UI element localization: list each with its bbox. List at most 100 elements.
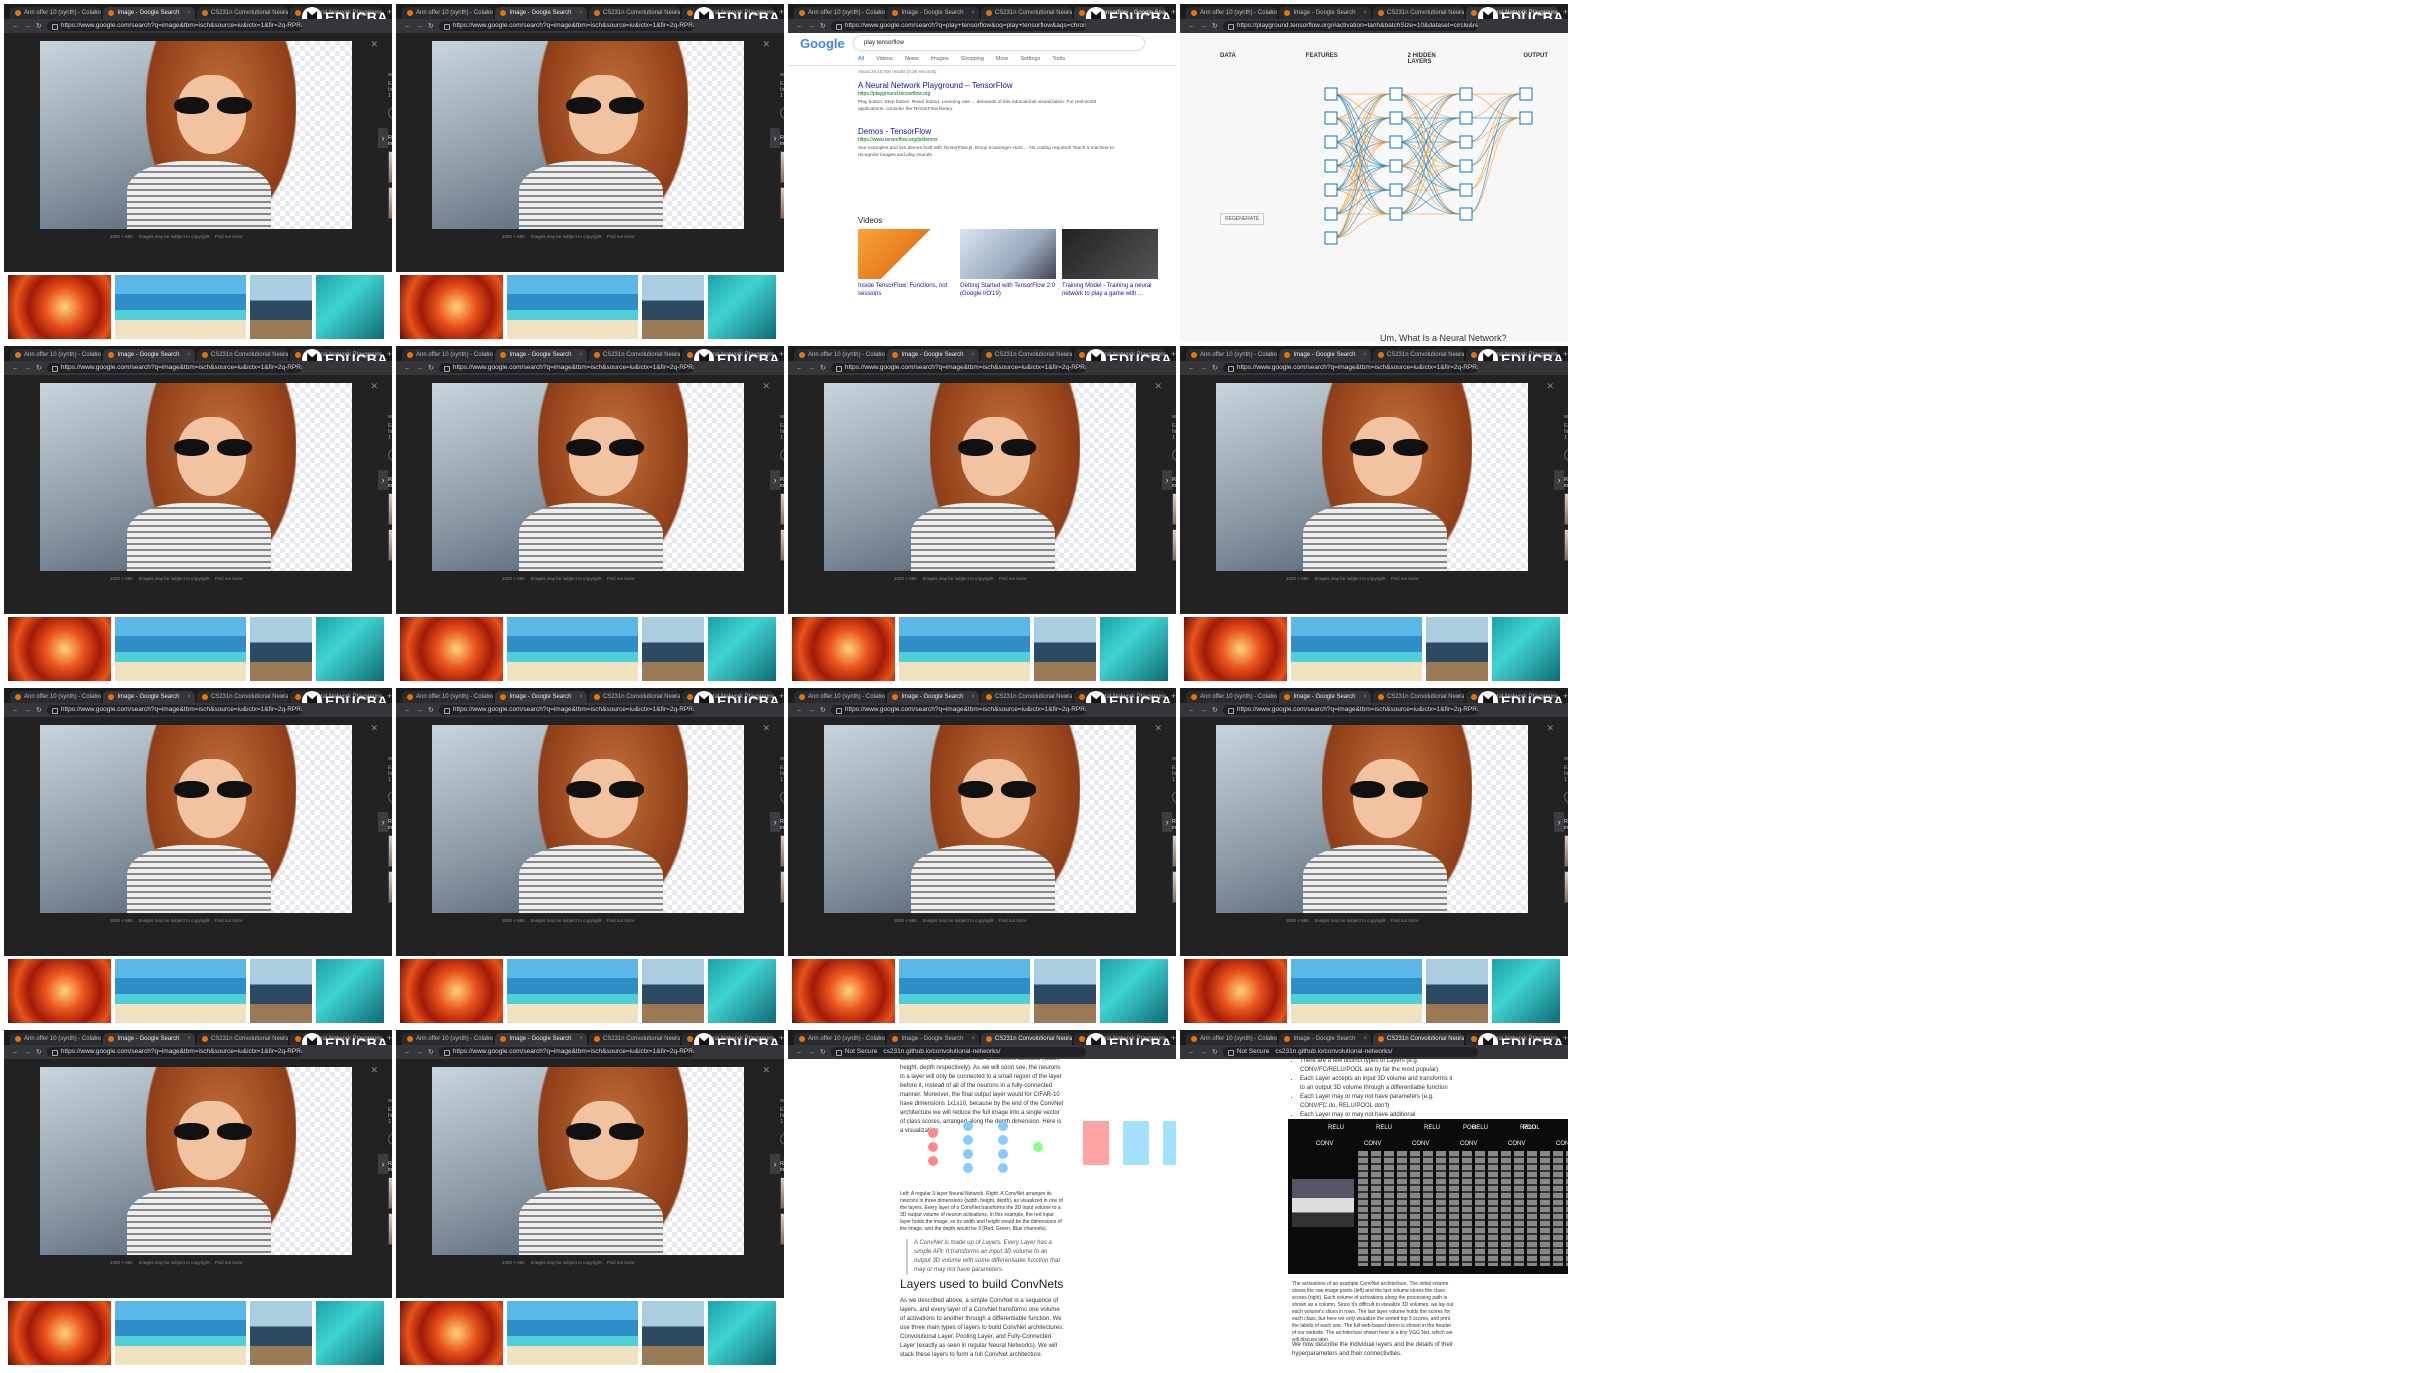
video-thumbnail[interactable] (960, 229, 1056, 279)
back-icon[interactable]: ← (12, 365, 19, 372)
result-thumbnail[interactable] (1492, 959, 1560, 1023)
tab-close-icon[interactable]: × (1065, 349, 1069, 361)
related-thumbnail[interactable] (388, 835, 392, 867)
tab-close-icon[interactable]: × (1363, 349, 1367, 361)
browser-tab[interactable]: CS231n Convolutional Neural Net...× (589, 691, 680, 703)
browser-tab[interactable]: Image - Google Search × (103, 7, 194, 19)
next-image-arrow[interactable]: › (378, 128, 388, 148)
result-thumbnail[interactable] (250, 959, 312, 1023)
result-thumbnail[interactable] (1034, 617, 1096, 681)
browser-tab[interactable]: Ann offer 10 (synth) - Colaboratory× (1186, 7, 1277, 19)
result-thumbnail[interactable] (708, 959, 776, 1023)
url-field[interactable]: https://www.google.com/search?q=image&tb… (47, 705, 302, 715)
video-card[interactable]: Training Model - Training a neural netwo… (1062, 229, 1158, 298)
url-field[interactable]: https://www.google.com/search?q=image&tb… (1223, 705, 1478, 715)
tab-close-icon[interactable]: × (281, 349, 285, 361)
action-button[interactable]: Visit (1172, 449, 1176, 461)
tab-close-icon[interactable]: × (878, 1033, 882, 1045)
result-thumbnail[interactable] (507, 617, 638, 681)
back-icon[interactable]: ← (1188, 365, 1195, 372)
tab-close-icon[interactable]: × (971, 691, 975, 703)
reload-icon[interactable]: ↻ (820, 1048, 826, 1056)
result-thumbnail[interactable] (507, 275, 638, 339)
browser-tab[interactable]: Image - Google Search × (887, 7, 978, 19)
forward-icon[interactable]: → (808, 707, 815, 714)
back-icon[interactable]: ← (796, 365, 803, 372)
result-thumbnail[interactable] (1184, 617, 1287, 681)
weight-link[interactable] (1468, 118, 1520, 190)
result-thumbnail[interactable] (507, 1301, 638, 1365)
next-image-arrow[interactable]: › (378, 1154, 388, 1174)
result-thumbnail[interactable] (250, 275, 312, 339)
result-thumbnail[interactable] (1426, 959, 1488, 1023)
neuron-node[interactable] (1390, 112, 1402, 124)
forward-icon[interactable]: → (24, 23, 31, 30)
forward-icon[interactable]: → (416, 365, 423, 372)
tab-close-icon[interactable]: × (94, 7, 98, 19)
reload-icon[interactable]: ↻ (36, 22, 42, 30)
preview-image[interactable] (824, 383, 1136, 571)
tab-close-icon[interactable]: × (1457, 1033, 1461, 1045)
browser-tab[interactable]: Image - Google Search × (1279, 1033, 1370, 1045)
browser-tab[interactable]: Image - Google Search × (887, 349, 978, 361)
reload-icon[interactable]: ↻ (36, 706, 42, 714)
related-thumbnail[interactable] (1564, 835, 1568, 867)
result-thumbnail[interactable] (8, 617, 111, 681)
neuron-node[interactable] (1325, 208, 1337, 220)
tab-close-icon[interactable]: × (187, 349, 191, 361)
result-thumbnail[interactable] (708, 275, 776, 339)
result-thumbnail[interactable] (400, 617, 503, 681)
next-image-arrow[interactable]: › (378, 470, 388, 490)
result-thumbnail[interactable] (316, 275, 384, 339)
browser-tab[interactable]: Ann offer 10 (synth) - Colaboratory× (10, 7, 101, 19)
neuron-node[interactable] (1460, 208, 1472, 220)
tab-close-icon[interactable]: × (971, 7, 975, 19)
result-thumbnail[interactable] (792, 959, 895, 1023)
result-thumbnail[interactable] (8, 1301, 111, 1365)
browser-tab[interactable]: CS231n Convolutional Neural Net...× (197, 7, 288, 19)
weight-link[interactable] (1398, 94, 1460, 214)
browser-tab[interactable]: CS231n Convolutional Neural Net...× (981, 349, 1072, 361)
reload-icon[interactable]: ↻ (428, 22, 434, 30)
neuron-node[interactable] (1390, 160, 1402, 172)
reload-icon[interactable]: ↻ (1212, 22, 1218, 30)
result-thumbnail[interactable] (1426, 617, 1488, 681)
related-thumbnail[interactable] (780, 1177, 784, 1209)
tab-close-icon[interactable]: × (579, 7, 583, 19)
browser-tab[interactable]: CS231n Convolutional Neural Net...× (589, 349, 680, 361)
forward-icon[interactable]: → (808, 1049, 815, 1056)
related-thumbnail[interactable] (780, 493, 784, 525)
tab-close-icon[interactable]: × (673, 7, 677, 19)
url-field[interactable]: Not Secure cs231n.github.io/convolutional… (831, 1047, 1086, 1057)
forward-icon[interactable]: → (24, 707, 31, 714)
back-icon[interactable]: ← (1188, 23, 1195, 30)
weight-link[interactable] (1398, 118, 1460, 190)
result-thumbnail[interactable] (316, 959, 384, 1023)
tab-close-icon[interactable]: × (673, 1033, 677, 1045)
related-thumbnail[interactable] (1564, 493, 1568, 525)
related-thumbnail[interactable] (1172, 871, 1176, 903)
browser-tab[interactable]: Image - Google Search × (495, 1033, 586, 1045)
neuron-node[interactable] (1460, 88, 1472, 100)
result-thumbnail[interactable] (1100, 959, 1168, 1023)
close-icon[interactable]: ✕ (1154, 381, 1162, 392)
next-image-arrow[interactable]: › (1554, 470, 1564, 490)
url-field[interactable]: https://www.google.com/search?q=image&tb… (47, 21, 302, 31)
reload-icon[interactable]: ↻ (36, 364, 42, 372)
video-title[interactable]: Inside TensorFlow: Functions, not sessio… (858, 282, 954, 298)
browser-tab[interactable]: CS231n Convolutional Neural Net...× (981, 1033, 1072, 1045)
result-title-link[interactable]: A Neural Network Playground – TensorFlow (858, 81, 1118, 90)
video-card[interactable]: Inside TensorFlow: Functions, not sessio… (858, 229, 954, 298)
next-image-arrow[interactable]: › (378, 812, 388, 832)
tab-close-icon[interactable]: × (486, 7, 490, 19)
result-thumbnail[interactable] (115, 1301, 246, 1365)
weight-link[interactable] (1398, 142, 1460, 214)
url-field[interactable]: https://playground.tensorflow.org/#activ… (1223, 21, 1478, 31)
tab-close-icon[interactable]: × (94, 1033, 98, 1045)
browser-tab[interactable]: Ann offer 10 (synth) - Colaboratory× (10, 1033, 101, 1045)
browser-tab[interactable]: Ann offer 10 (synth) - Colaboratory× (10, 349, 101, 361)
close-icon[interactable]: ✕ (370, 381, 378, 392)
browser-tab[interactable]: Image - Google Search × (1279, 691, 1370, 703)
tab-close-icon[interactable]: × (971, 1033, 975, 1045)
result-thumbnail[interactable] (1291, 959, 1422, 1023)
